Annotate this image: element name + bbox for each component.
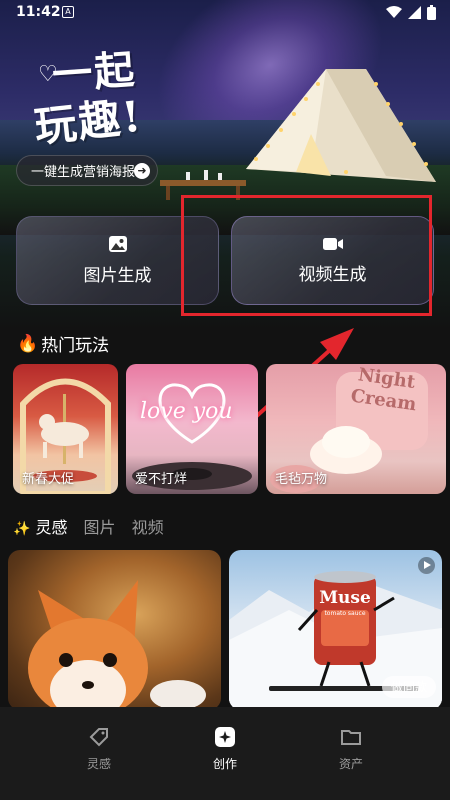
hot-section-title: 🔥 热门玩法 [17,331,110,357]
sparkle-icon: ✨ [13,521,31,537]
marketing-poster-button[interactable]: 一键生成营销海报 ➜ [16,155,158,186]
folder-icon [341,730,361,745]
fox-art [28,580,206,710]
love-you-text: love you [140,399,233,424]
hot-card-label: 爱不打烊 [135,472,188,487]
arrow-right-icon: ➜ [134,163,150,179]
tab-video[interactable]: 视频 [132,514,164,538]
status-time: 11:42 [16,4,61,20]
nav-label: 灵感 [86,757,111,771]
nav-item-inspiration[interactable]: 灵感 [54,725,144,772]
bottom-nav: 灵感 创作 资产 [0,707,450,800]
nav-item-assets[interactable]: 资产 [306,725,396,772]
tab-label: 灵感 [35,518,68,537]
tab-inspiration[interactable]: ✨ 灵感 [13,514,68,538]
feed-card-fox[interactable] [8,550,221,710]
hero-logo: ♡ 一起 玩趣! [30,38,190,151]
tag-icon [89,728,108,747]
app-notification-icon: A [62,6,74,18]
nav-label: 创作 [212,757,237,771]
hot-card-label: 新春大促 [22,472,75,487]
hot-card-felt[interactable]: Night Cream 毛毡万物 [266,364,446,494]
wifi-icon [386,6,402,18]
highlight-box [181,195,432,316]
tab-image[interactable]: 图片 [84,514,116,538]
logo-line-2: 玩趣! [32,91,146,152]
nav-item-create[interactable]: 创作 [180,725,270,772]
feed-tabs: ✨ 灵感 图片 视频 [13,514,164,538]
feed-card-can-ski[interactable]: Muse tomato sauce 做同款 [229,550,442,710]
fire-icon: 🔥 [17,333,39,354]
sparkle-icon [215,727,235,747]
status-bar: 11:42 A [0,0,450,26]
signal-icon [408,6,421,19]
nav-label: 资产 [338,757,363,771]
image-icon [108,236,127,252]
can-subtext: tomato sauce [324,610,366,617]
hot-title-label: 热门玩法 [41,336,110,356]
tent-illustration [246,69,436,182]
battery-icon [427,5,436,20]
image-generate-label: 图片生成 [83,266,152,286]
hot-card-new-year[interactable]: 新春大促 [13,364,118,494]
marketing-poster-label: 一键生成营销海报 [31,165,136,180]
hot-card-label: 毛毡万物 [275,472,328,487]
can-brand-text: Muse [319,588,371,608]
play-icon[interactable] [418,557,435,574]
hot-card-love[interactable]: love you 爱不打烊 [126,364,258,494]
make-same-button[interactable]: 做同款 [381,676,436,698]
